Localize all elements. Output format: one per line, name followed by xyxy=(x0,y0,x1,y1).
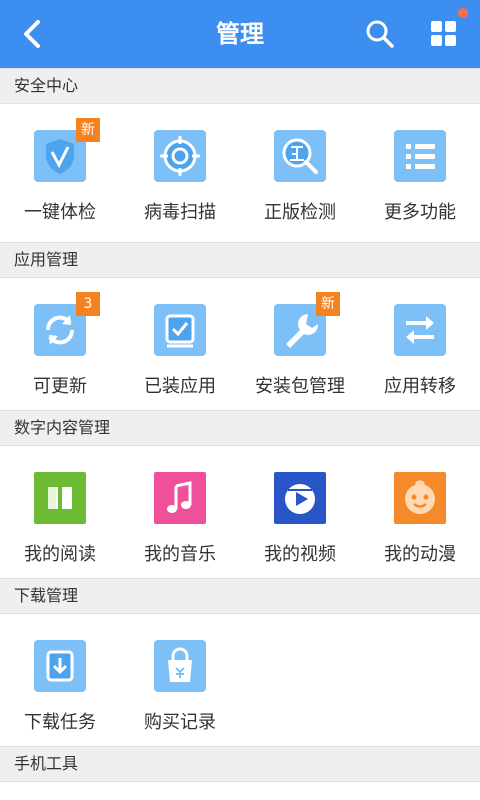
section-header: 安全中心 xyxy=(0,68,480,104)
section-grid: 3 可更新 已装应用新安装包管理 应用转移 xyxy=(0,278,480,410)
grid-item-label: 我的视频 xyxy=(264,544,336,565)
section-header: 应用管理 xyxy=(0,242,480,278)
apps-button[interactable] xyxy=(426,16,462,52)
grid-item-label: 可更新 xyxy=(33,376,87,397)
grid-item-virus-scan[interactable]: 病毒扫描 xyxy=(120,104,240,242)
grid-item-download[interactable]: 下载任务 xyxy=(0,614,120,746)
grid-item-label: 更多功能 xyxy=(384,202,456,223)
grid-item-label: 已装应用 xyxy=(144,376,216,397)
wrench-icon: 新 xyxy=(274,292,340,356)
grid-item-label: 正版检测 xyxy=(264,202,336,223)
content-list: 安全中心新一键体检 病毒扫描 正版检测 更多功能 应用管理 3 可更新 已装应用新安装包管理应… xyxy=(0,68,480,782)
download-icon xyxy=(34,640,86,692)
anime-icon xyxy=(394,472,446,524)
page-title: 管理 xyxy=(216,20,264,48)
more-list-icon xyxy=(394,130,446,182)
grid-icon xyxy=(431,21,456,46)
notification-dot xyxy=(458,8,468,18)
book-icon xyxy=(34,472,86,524)
grid-item-label: 下载任务 xyxy=(24,712,96,733)
shield-check-icon: 新 xyxy=(34,118,100,182)
purchase-bag-icon xyxy=(154,640,206,692)
grid-item-purchase-bag[interactable]: 购买记录 xyxy=(120,614,240,746)
grid-item-label: 我的音乐 xyxy=(144,544,216,565)
music-icon xyxy=(154,472,206,524)
new-badge: 新 xyxy=(76,118,100,142)
grid-item-book[interactable]: 我的阅读 xyxy=(0,446,120,578)
video-icon xyxy=(274,472,326,524)
new-badge: 新 xyxy=(316,292,340,316)
section-grid: 我的阅读 我的音乐 我的视频 我的动漫 xyxy=(0,446,480,578)
section-grid: 新一键体检 病毒扫描 正版检测 更多功能 xyxy=(0,104,480,242)
grid-item-label: 我的阅读 xyxy=(24,544,96,565)
section-header: 手机工具 xyxy=(0,746,480,782)
grid-item-anime[interactable]: 我的动漫 xyxy=(360,446,480,578)
grid-item-shield-check[interactable]: 新一键体检 xyxy=(0,104,120,242)
transfer-icon xyxy=(394,304,446,356)
virus-scan-icon xyxy=(154,130,206,182)
section-grid: 下载任务 购买记录 xyxy=(0,614,480,746)
top-bar: 管理 xyxy=(0,0,480,68)
grid-item-label: 我的动漫 xyxy=(384,544,456,565)
section-header: 数字内容管理 xyxy=(0,410,480,446)
search-icon xyxy=(366,20,394,48)
grid-item-label: 一键体检 xyxy=(24,202,96,223)
grid-item-refresh[interactable]: 3 可更新 xyxy=(0,278,120,410)
grid-item-label: 安装包管理 xyxy=(255,376,345,397)
genuine-check-icon xyxy=(274,130,326,182)
grid-item-more-list[interactable]: 更多功能 xyxy=(360,104,480,242)
grid-item-video[interactable]: 我的视频 xyxy=(240,446,360,578)
grid-item-transfer[interactable]: 应用转移 xyxy=(360,278,480,410)
refresh-icon: 3 xyxy=(34,292,100,356)
section-header: 下载管理 xyxy=(0,578,480,614)
new-badge: 3 xyxy=(76,292,100,316)
grid-item-music[interactable]: 我的音乐 xyxy=(120,446,240,578)
grid-item-installed-apps[interactable]: 已装应用 xyxy=(120,278,240,410)
grid-item-label: 病毒扫描 xyxy=(144,202,216,223)
installed-apps-icon xyxy=(154,304,206,356)
grid-item-genuine-check[interactable]: 正版检测 xyxy=(240,104,360,242)
grid-item-wrench[interactable]: 新安装包管理 xyxy=(240,278,360,410)
grid-item-label: 应用转移 xyxy=(384,376,456,397)
grid-item-label: 购买记录 xyxy=(144,712,216,733)
search-button[interactable] xyxy=(362,16,398,52)
